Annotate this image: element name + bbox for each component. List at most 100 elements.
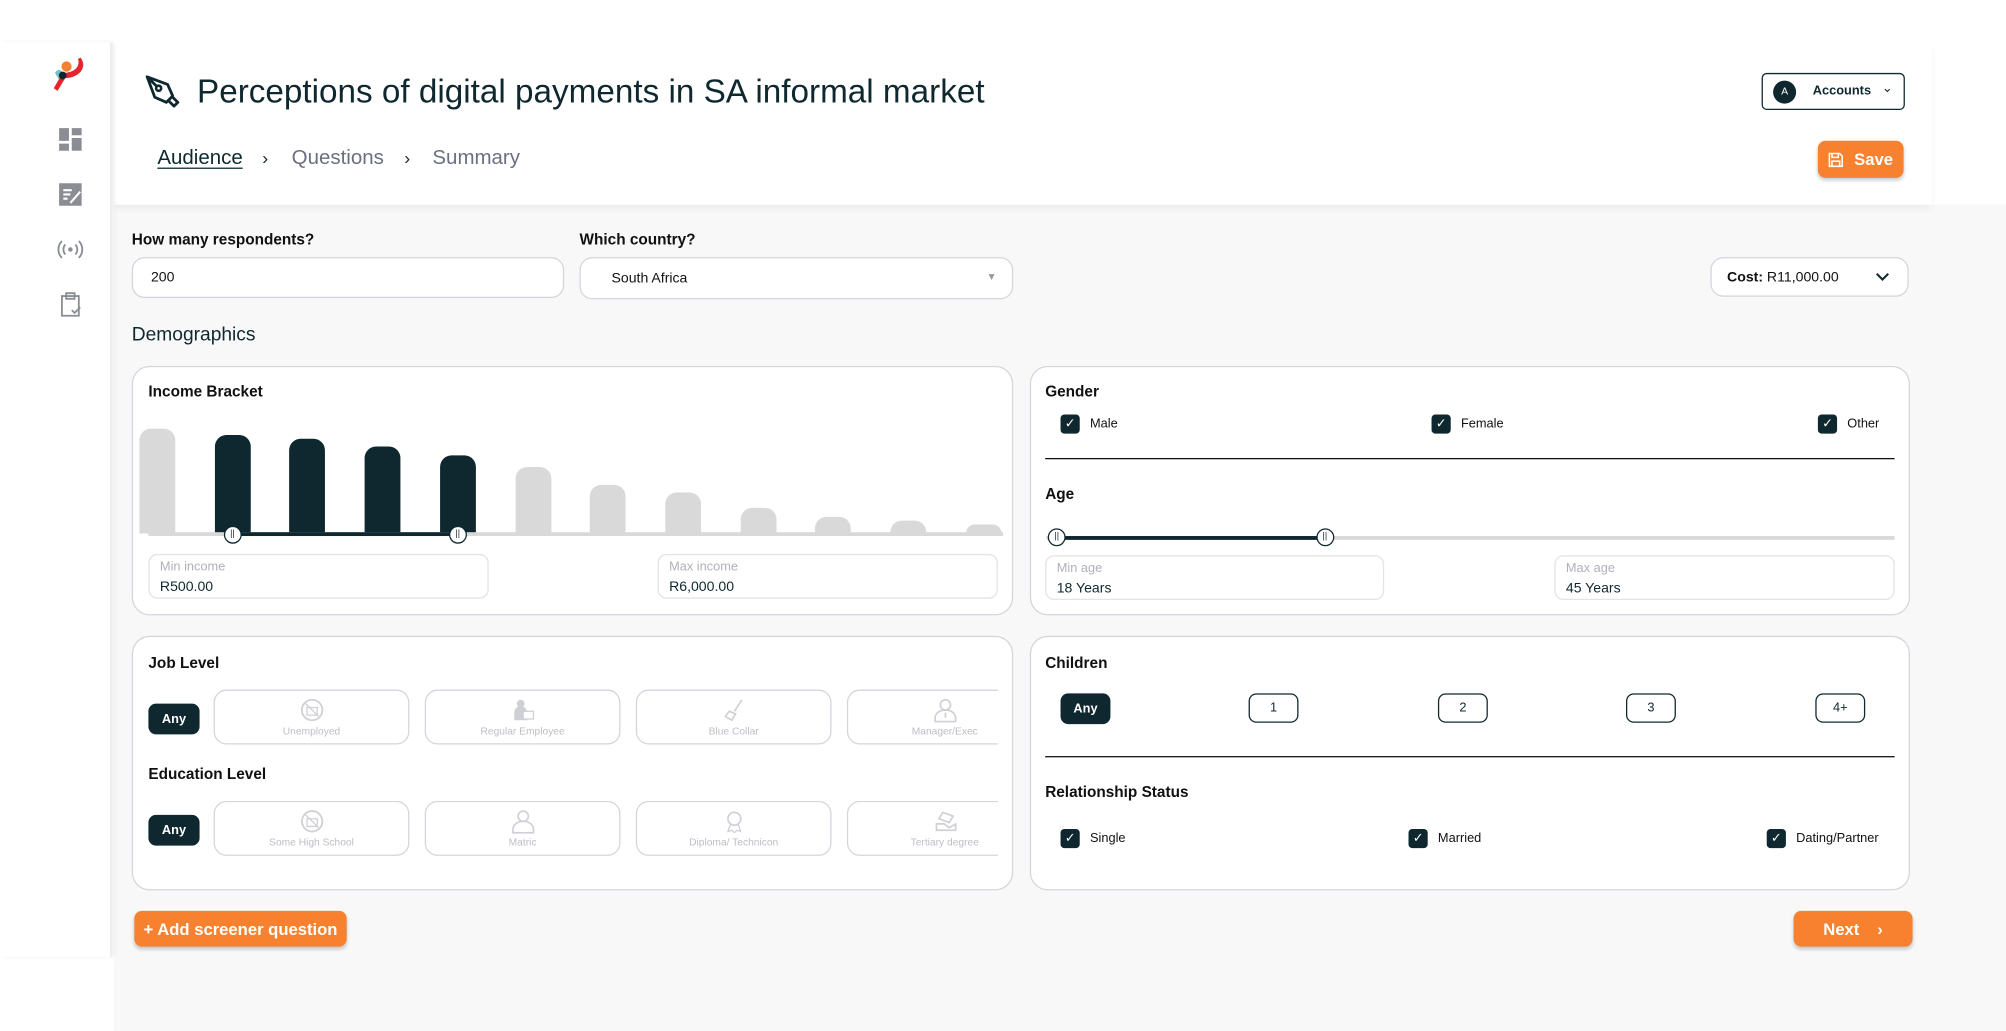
income-bar xyxy=(514,466,551,534)
school-icon xyxy=(300,810,323,833)
option-label: Blue Collar xyxy=(708,725,759,737)
country-select[interactable]: South Africa ▼ xyxy=(579,257,1014,300)
education-option-matric[interactable]: Matric xyxy=(424,800,621,856)
breadcrumb-summary[interactable]: Summary xyxy=(432,147,520,170)
max-income-field[interactable]: Max income R6,000.00 xyxy=(657,553,998,599)
check-icon: ✓ xyxy=(1408,828,1428,849)
max-age-label: Max age xyxy=(1565,561,1615,576)
checkbox-female[interactable]: ✓ Female xyxy=(1431,414,1504,434)
broom-icon xyxy=(723,699,743,722)
education-option-some-high-school[interactable]: Some High School xyxy=(213,800,410,856)
checkbox-label: Dating/Partner xyxy=(1796,831,1879,846)
income-bar xyxy=(665,492,701,534)
check-icon: ✓ xyxy=(1817,414,1838,434)
checkbox-label: Married xyxy=(1437,831,1482,846)
gender-age-card: Gender ✓ Male ✓ Female ✓ Other Age || || Mi… xyxy=(1029,365,1910,616)
income-bar xyxy=(364,446,401,534)
min-age-field[interactable]: Min age 18 Years xyxy=(1045,555,1385,600)
children-4plus-button[interactable]: 4+ xyxy=(1815,693,1866,723)
clipboard-check-icon[interactable] xyxy=(56,290,84,318)
country-label: Which country? xyxy=(579,230,696,249)
income-max-handle[interactable]: || xyxy=(448,525,467,544)
add-screener-question-button[interactable]: + Add screener question xyxy=(134,910,347,947)
age-max-handle[interactable]: || xyxy=(1315,528,1334,547)
graduate-icon xyxy=(511,810,534,834)
floppy-disk-icon xyxy=(1829,152,1844,167)
checkbox-label: Single xyxy=(1089,831,1126,846)
children-1-button[interactable]: 1 xyxy=(1248,693,1299,723)
checkbox-married[interactable]: ✓ Married xyxy=(1408,828,1482,849)
checkbox-male[interactable]: ✓ Male xyxy=(1060,414,1118,434)
cost-value: R11,000.00 xyxy=(1766,269,1839,285)
manager-icon xyxy=(933,698,956,723)
option-label: Regular Employee xyxy=(480,725,565,737)
avatar: A xyxy=(1773,80,1797,104)
checkbox-other[interactable]: ✓ Other xyxy=(1817,414,1879,434)
respondents-input[interactable]: 200 xyxy=(131,257,565,299)
dashboard-icon[interactable] xyxy=(56,125,84,153)
save-label: Save xyxy=(1854,149,1893,169)
children-2-button[interactable]: 2 xyxy=(1437,693,1488,723)
income-bar xyxy=(815,516,852,534)
job-option-manager-exec[interactable]: Manager/Exec xyxy=(846,689,998,745)
job-level-title: Job Level xyxy=(148,653,220,672)
country-value: South Africa xyxy=(611,270,688,286)
broadcast-icon[interactable] xyxy=(56,235,84,263)
diploma-hand-icon xyxy=(934,811,956,832)
option-label: Diploma/ Technicon xyxy=(689,836,779,849)
edit-survey-icon[interactable] xyxy=(56,180,84,208)
children-3-button[interactable]: 3 xyxy=(1625,693,1676,723)
age-title: Age xyxy=(1045,484,1075,503)
chevron-right-icon: › xyxy=(1877,919,1883,939)
next-button[interactable]: Next › xyxy=(1793,910,1913,947)
checkbox-label: Female xyxy=(1460,417,1504,432)
children-title: Children xyxy=(1045,653,1108,672)
job-education-card: Job Level Any Unemployed Regular Employe… xyxy=(131,635,1014,891)
education-option-tertiary[interactable]: Tertiary degree xyxy=(846,800,998,856)
employee-icon xyxy=(513,699,534,721)
income-title: Income Bracket xyxy=(148,382,263,401)
education-option-diploma[interactable]: Diploma/ Technicon xyxy=(635,800,832,856)
income-histogram xyxy=(138,418,1010,536)
education-any-button[interactable]: Any xyxy=(148,814,200,846)
chevron-down-icon xyxy=(1876,273,1889,281)
gender-title: Gender xyxy=(1045,382,1099,401)
checkbox-dating-partner[interactable]: ✓ Dating/Partner xyxy=(1766,828,1879,849)
option-label: Some High School xyxy=(269,836,354,849)
job-option-unemployed[interactable]: Unemployed xyxy=(213,689,410,745)
demographics-heading: Demographics xyxy=(131,323,256,346)
job-option-blue-collar[interactable]: Blue Collar xyxy=(635,689,832,745)
min-income-label: Min income xyxy=(159,560,226,575)
option-label: Unemployed xyxy=(282,725,341,737)
cost-dropdown[interactable]: Cost: R11,000.00 xyxy=(1710,257,1909,297)
checkbox-single[interactable]: ✓ Single xyxy=(1060,828,1126,849)
income-bar xyxy=(439,455,476,534)
pen-tool-icon xyxy=(145,75,180,108)
income-bar xyxy=(740,507,777,534)
respondents-label: How many respondents? xyxy=(131,230,315,249)
children-any-button[interactable]: Any xyxy=(1060,693,1111,725)
income-min-handle[interactable]: || xyxy=(223,525,242,544)
header xyxy=(113,42,1932,205)
breadcrumb-audience[interactable]: Audience xyxy=(157,147,242,170)
job-option-regular-employee[interactable]: Regular Employee xyxy=(424,689,621,745)
unemployed-icon xyxy=(300,698,323,722)
main-background xyxy=(113,204,2006,1031)
min-income-field[interactable]: Min income R500.00 xyxy=(148,553,489,599)
income-bar xyxy=(139,428,176,534)
next-label: Next xyxy=(1823,919,1860,939)
breadcrumb-questions[interactable]: Questions xyxy=(292,147,384,170)
check-icon: ✓ xyxy=(1060,828,1080,849)
relationship-title: Relationship Status xyxy=(1045,782,1189,801)
income-bar xyxy=(289,438,326,534)
age-min-handle[interactable]: || xyxy=(1047,528,1066,547)
check-icon: ✓ xyxy=(1060,414,1080,434)
job-any-button[interactable]: Any xyxy=(148,703,200,735)
max-income-value: R6,000.00 xyxy=(669,579,735,595)
max-age-field[interactable]: Max age 45 Years xyxy=(1554,555,1895,600)
min-income-value: R500.00 xyxy=(159,579,214,595)
education-level-title: Education Level xyxy=(148,765,267,783)
accounts-dropdown[interactable]: A Accounts ⌄ xyxy=(1761,72,1905,111)
save-button[interactable]: Save xyxy=(1817,140,1904,178)
job-options: Unemployed Regular Employee Blue Collar … xyxy=(212,689,998,749)
